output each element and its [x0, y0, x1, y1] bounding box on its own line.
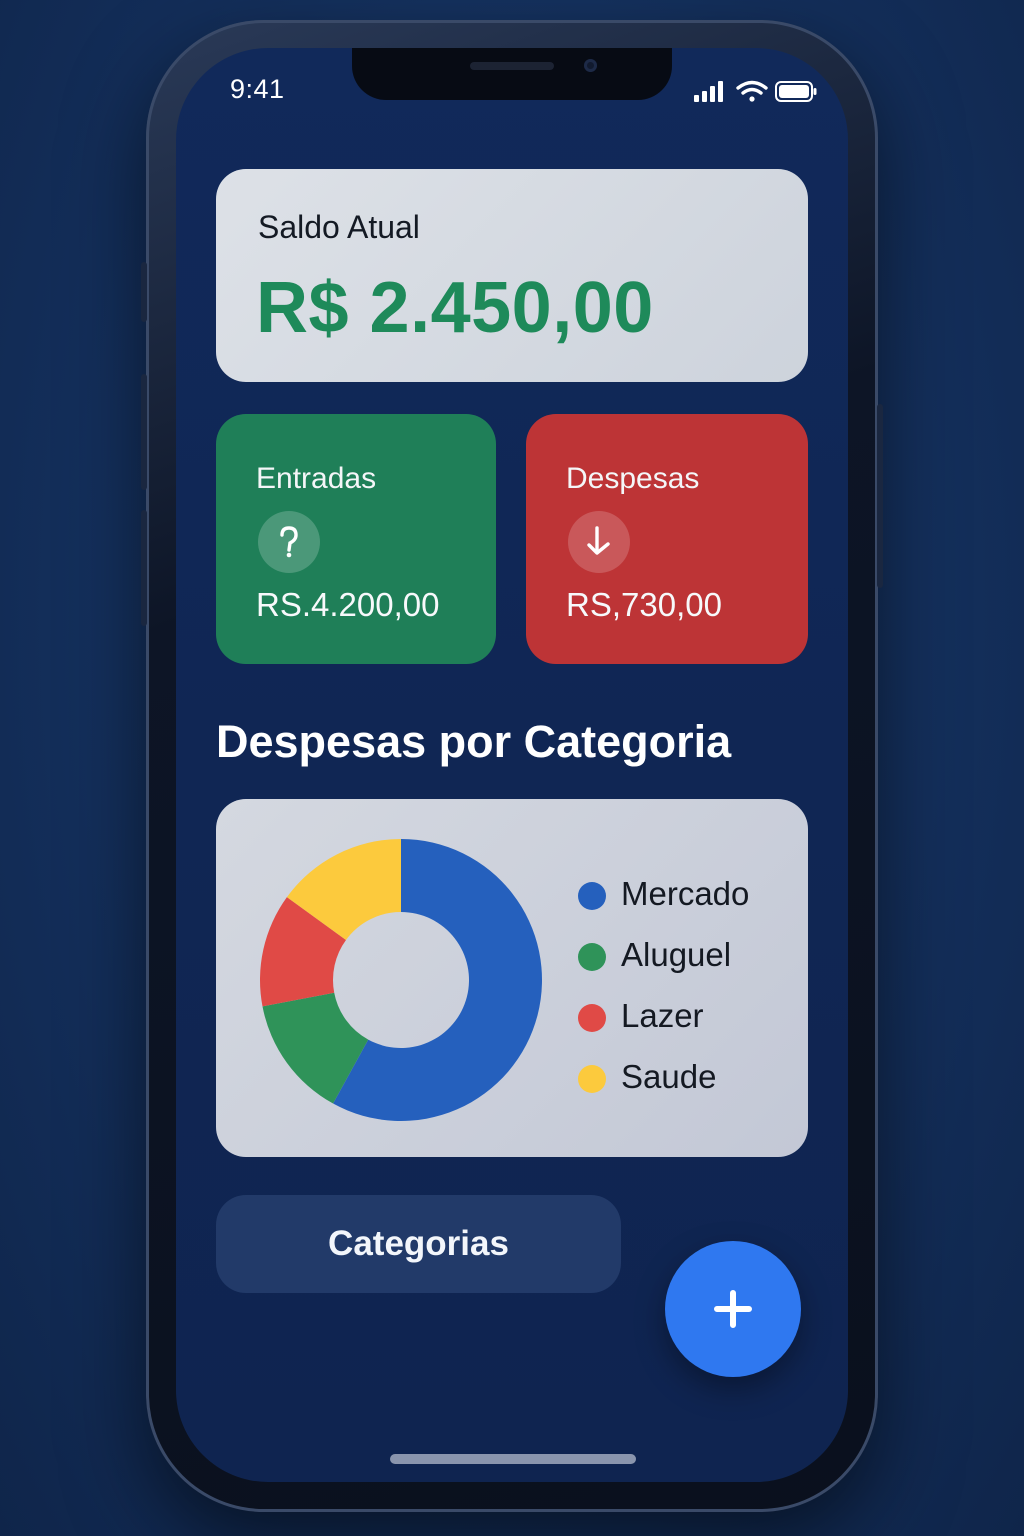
expense-label: Despesas	[566, 462, 700, 495]
legend-label: Lazer	[621, 997, 704, 1034]
wifi-icon	[736, 80, 768, 102]
arrow-up-icon	[258, 511, 320, 573]
side-button-power	[877, 404, 883, 588]
income-label: Entradas	[256, 462, 377, 495]
status-time: 9:41	[230, 74, 285, 104]
income-card[interactable]: Entradas RS.4.200,00	[216, 414, 496, 664]
legend-dot	[578, 882, 606, 910]
legend-dot	[578, 943, 606, 971]
income-value: RS.4.200,00	[256, 586, 440, 623]
legend-label: Saude	[621, 1058, 717, 1095]
legend-dot	[578, 1004, 606, 1032]
plus-icon	[714, 1290, 752, 1328]
categories-button[interactable]: Categorias	[216, 1195, 621, 1293]
balance-card: Saldo Atual R$ 2.450,00	[216, 169, 808, 382]
section-title: Despesas por Categoria	[216, 716, 732, 767]
expense-value: RS,730,00	[566, 586, 722, 623]
arrow-down-icon	[568, 511, 630, 573]
legend-dot	[578, 1065, 606, 1093]
home-indicator	[390, 1454, 636, 1464]
balance-label: Saldo Atual	[258, 209, 420, 245]
notch	[352, 48, 672, 100]
status-icons	[694, 78, 818, 104]
add-transaction-button[interactable]	[665, 1241, 801, 1377]
phone-screen: 9:41 Saldo Atual R$ 2.450,00 Entradas RS…	[176, 48, 848, 1482]
battery-icon	[775, 81, 817, 102]
legend-label: Aluguel	[621, 936, 732, 973]
side-button-volume-down	[141, 510, 147, 626]
balance-value: R$ 2.450,00	[256, 268, 654, 348]
signal-icon	[694, 81, 723, 102]
speaker-grille	[470, 62, 554, 70]
side-button-volume-up	[141, 374, 147, 490]
legend-label: Mercado	[621, 875, 750, 912]
side-button-mute	[141, 262, 147, 322]
front-camera	[584, 59, 597, 72]
chart-card: Mercado Aluguel Lazer Saude	[216, 799, 808, 1157]
donut-chart	[260, 839, 542, 1121]
expense-card[interactable]: Despesas RS,730,00	[526, 414, 808, 664]
